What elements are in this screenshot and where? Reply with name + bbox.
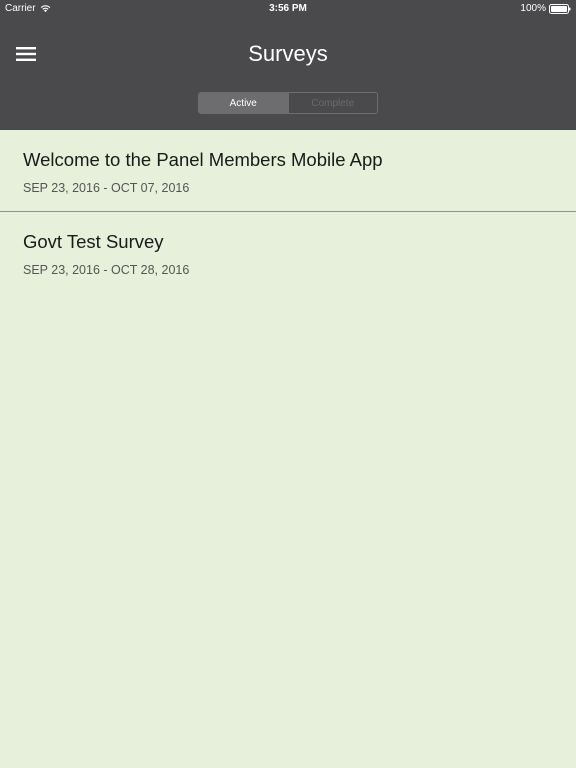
segment-complete[interactable]: Complete (287, 93, 377, 113)
battery-icon (549, 3, 571, 14)
survey-date-range: SEP 23, 2016 - OCT 28, 2016 (23, 263, 190, 277)
survey-title: Govt Test Survey (23, 231, 164, 252)
survey-list: Welcome to the Panel Members Mobile App … (0, 130, 576, 293)
battery-percentage: 100% (520, 3, 546, 14)
survey-list-item[interactable]: Welcome to the Panel Members Mobile App … (0, 130, 576, 212)
status-time: 3:56 PM (269, 3, 307, 14)
page-title: Surveys (248, 41, 328, 66)
survey-filter-segmented-control: Active Complete (198, 92, 378, 114)
survey-date-range: SEP 23, 2016 - OCT 07, 2016 (23, 181, 190, 195)
navigation-header: Carrier 3:56 PM 100% Surveys Active Comp… (0, 0, 576, 130)
status-bar: Carrier 3:56 PM 100% (0, 0, 576, 17)
battery-indicator: 100% (520, 3, 571, 14)
segment-active[interactable]: Active (199, 93, 288, 113)
survey-title: Welcome to the Panel Members Mobile App (23, 149, 383, 170)
survey-list-item[interactable]: Govt Test Survey SEP 23, 2016 - OCT 28, … (0, 212, 576, 293)
